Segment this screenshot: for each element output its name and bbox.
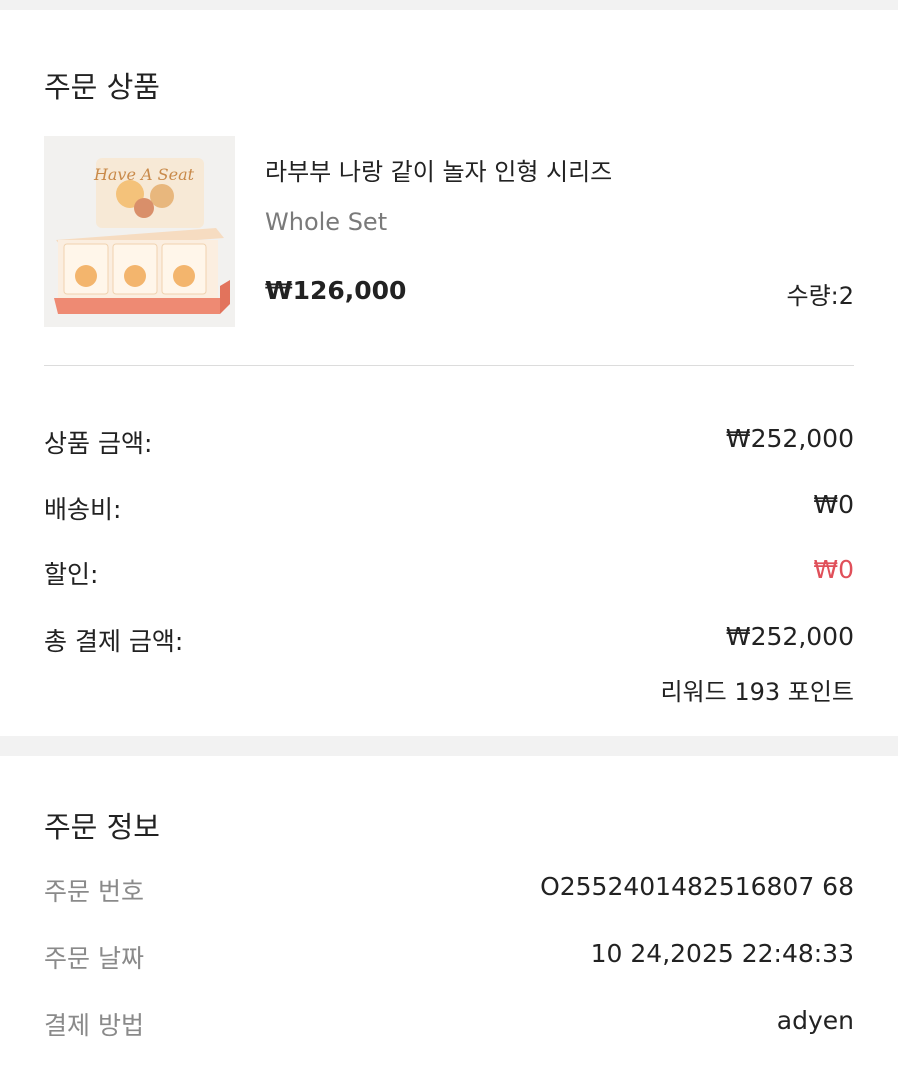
divider <box>44 365 854 366</box>
product-box-illustration: Have A Seat <box>44 136 235 327</box>
order-items-title: 주문 상품 <box>44 70 160 104</box>
discount-value: ₩0 <box>813 555 854 584</box>
product-image[interactable]: Have A Seat <box>44 136 235 327</box>
order-info-title: 주문 정보 <box>44 810 160 844</box>
order-info-section: 주문 정보 주문 번호 O2552401482516807 68 주문 날짜 1… <box>0 756 898 1080</box>
subtotal-label: 상품 금액: <box>44 429 153 458</box>
reward-points: 리워드 193 포인트 <box>660 678 854 706</box>
order-date-value: 10 24,2025 22:48:33 <box>590 939 854 968</box>
total-label: 총 결제 금액: <box>44 627 184 656</box>
order-date-label: 주문 날짜 <box>44 944 144 973</box>
product-price: ₩126,000 <box>265 276 407 305</box>
subtotal-value: ₩252,000 <box>725 424 854 453</box>
top-gap <box>0 0 898 10</box>
product-name[interactable]: 라부부 나랑 같이 놀자 인형 시리즈 <box>265 152 612 187</box>
payment-method-value: adyen <box>776 1006 854 1035</box>
product-variant: Whole Set <box>265 208 388 236</box>
shipping-value: ₩0 <box>813 490 854 519</box>
product-image-title: Have A Seat <box>93 165 195 184</box>
product-quantity: 수량:2 <box>786 282 854 310</box>
order-items-section: 주문 상품 Have A Seat 라부부 나랑 같이 놀자 인형 시리즈 Wh… <box>0 10 898 736</box>
order-number-value[interactable]: O2552401482516807 68 <box>540 872 854 901</box>
discount-label: 할인: <box>44 560 99 589</box>
order-number-label: 주문 번호 <box>44 877 144 906</box>
section-gap <box>0 736 898 756</box>
payment-method-label: 결제 방법 <box>44 1011 144 1040</box>
shipping-label: 배송비: <box>44 495 122 524</box>
total-value: ₩252,000 <box>725 622 854 651</box>
